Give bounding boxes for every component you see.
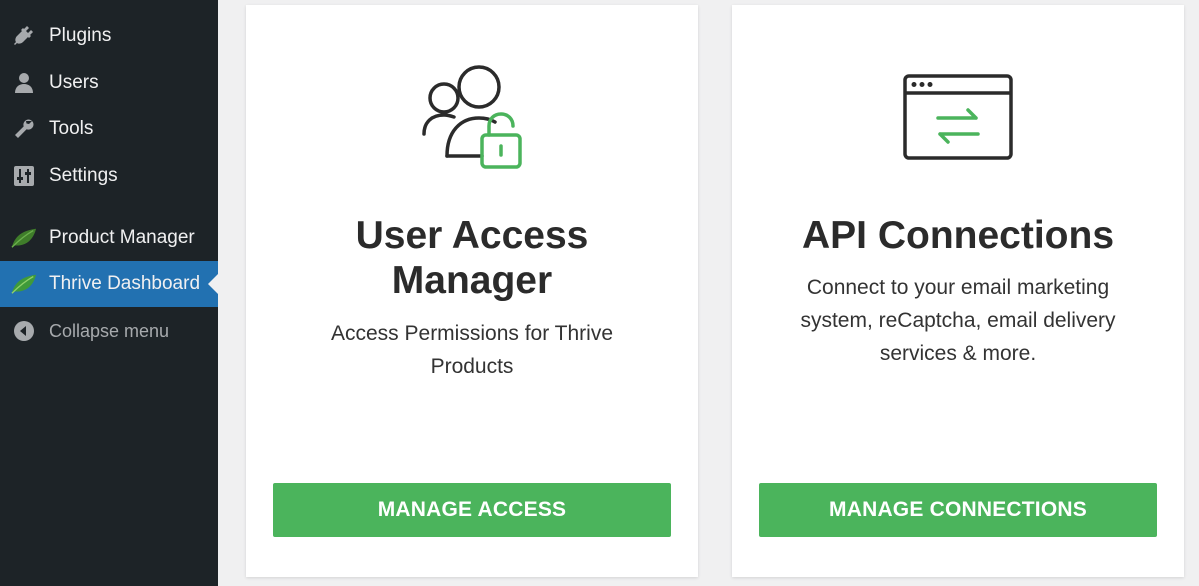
sidebar-item-tools[interactable]: Tools xyxy=(0,106,218,152)
users-lock-icon xyxy=(246,61,698,181)
manage-access-button[interactable]: MANAGE ACCESS xyxy=(273,483,671,537)
card-title: API Connections xyxy=(801,214,1115,257)
plugin-icon xyxy=(11,24,37,48)
sidebar-collapse-menu[interactable]: Collapse menu xyxy=(0,308,218,354)
sidebar-item-thrive-dashboard[interactable]: Thrive Dashboard xyxy=(0,261,218,307)
sidebar-item-label: Collapse menu xyxy=(49,320,170,341)
collapse-arrow-icon xyxy=(11,319,37,343)
sidebar-item-settings[interactable]: Settings xyxy=(0,153,218,199)
card-user-access-manager: User Access Manager Access Permissions f… xyxy=(246,5,698,577)
wrench-icon xyxy=(11,117,37,141)
admin-sidebar: Plugins Users Tools Settings Product Man… xyxy=(0,0,218,586)
card-title: User Access Manager xyxy=(355,214,589,302)
sidebar-item-label: Product Manager xyxy=(49,227,195,248)
sidebar-item-plugins[interactable]: Plugins xyxy=(0,13,218,59)
browser-exchange-icon xyxy=(732,73,1184,193)
sidebar-item-label: Plugins xyxy=(49,25,112,46)
leaf-icon xyxy=(11,226,37,250)
card-api-connections: API Connections Connect to your email ma… xyxy=(732,5,1184,577)
sidebar-item-label: Users xyxy=(49,72,99,93)
manage-connections-button[interactable]: MANAGE CONNECTIONS xyxy=(759,483,1157,537)
users-icon xyxy=(11,71,37,95)
sidebar-item-label: Settings xyxy=(49,165,118,186)
sidebar-clipped-item xyxy=(0,0,218,6)
leaf-icon xyxy=(11,272,37,296)
sidebar-item-product-manager[interactable]: Product Manager xyxy=(0,215,218,261)
card-description: Access Permissions for Thrive Products xyxy=(330,322,614,378)
settings-sliders-icon xyxy=(11,164,37,188)
sidebar-item-users[interactable]: Users xyxy=(0,60,218,106)
sidebar-item-label: Tools xyxy=(49,118,94,139)
card-description: Connect to your email marketing system, … xyxy=(800,276,1116,365)
sidebar-item-label: Thrive Dashboard xyxy=(49,273,201,294)
